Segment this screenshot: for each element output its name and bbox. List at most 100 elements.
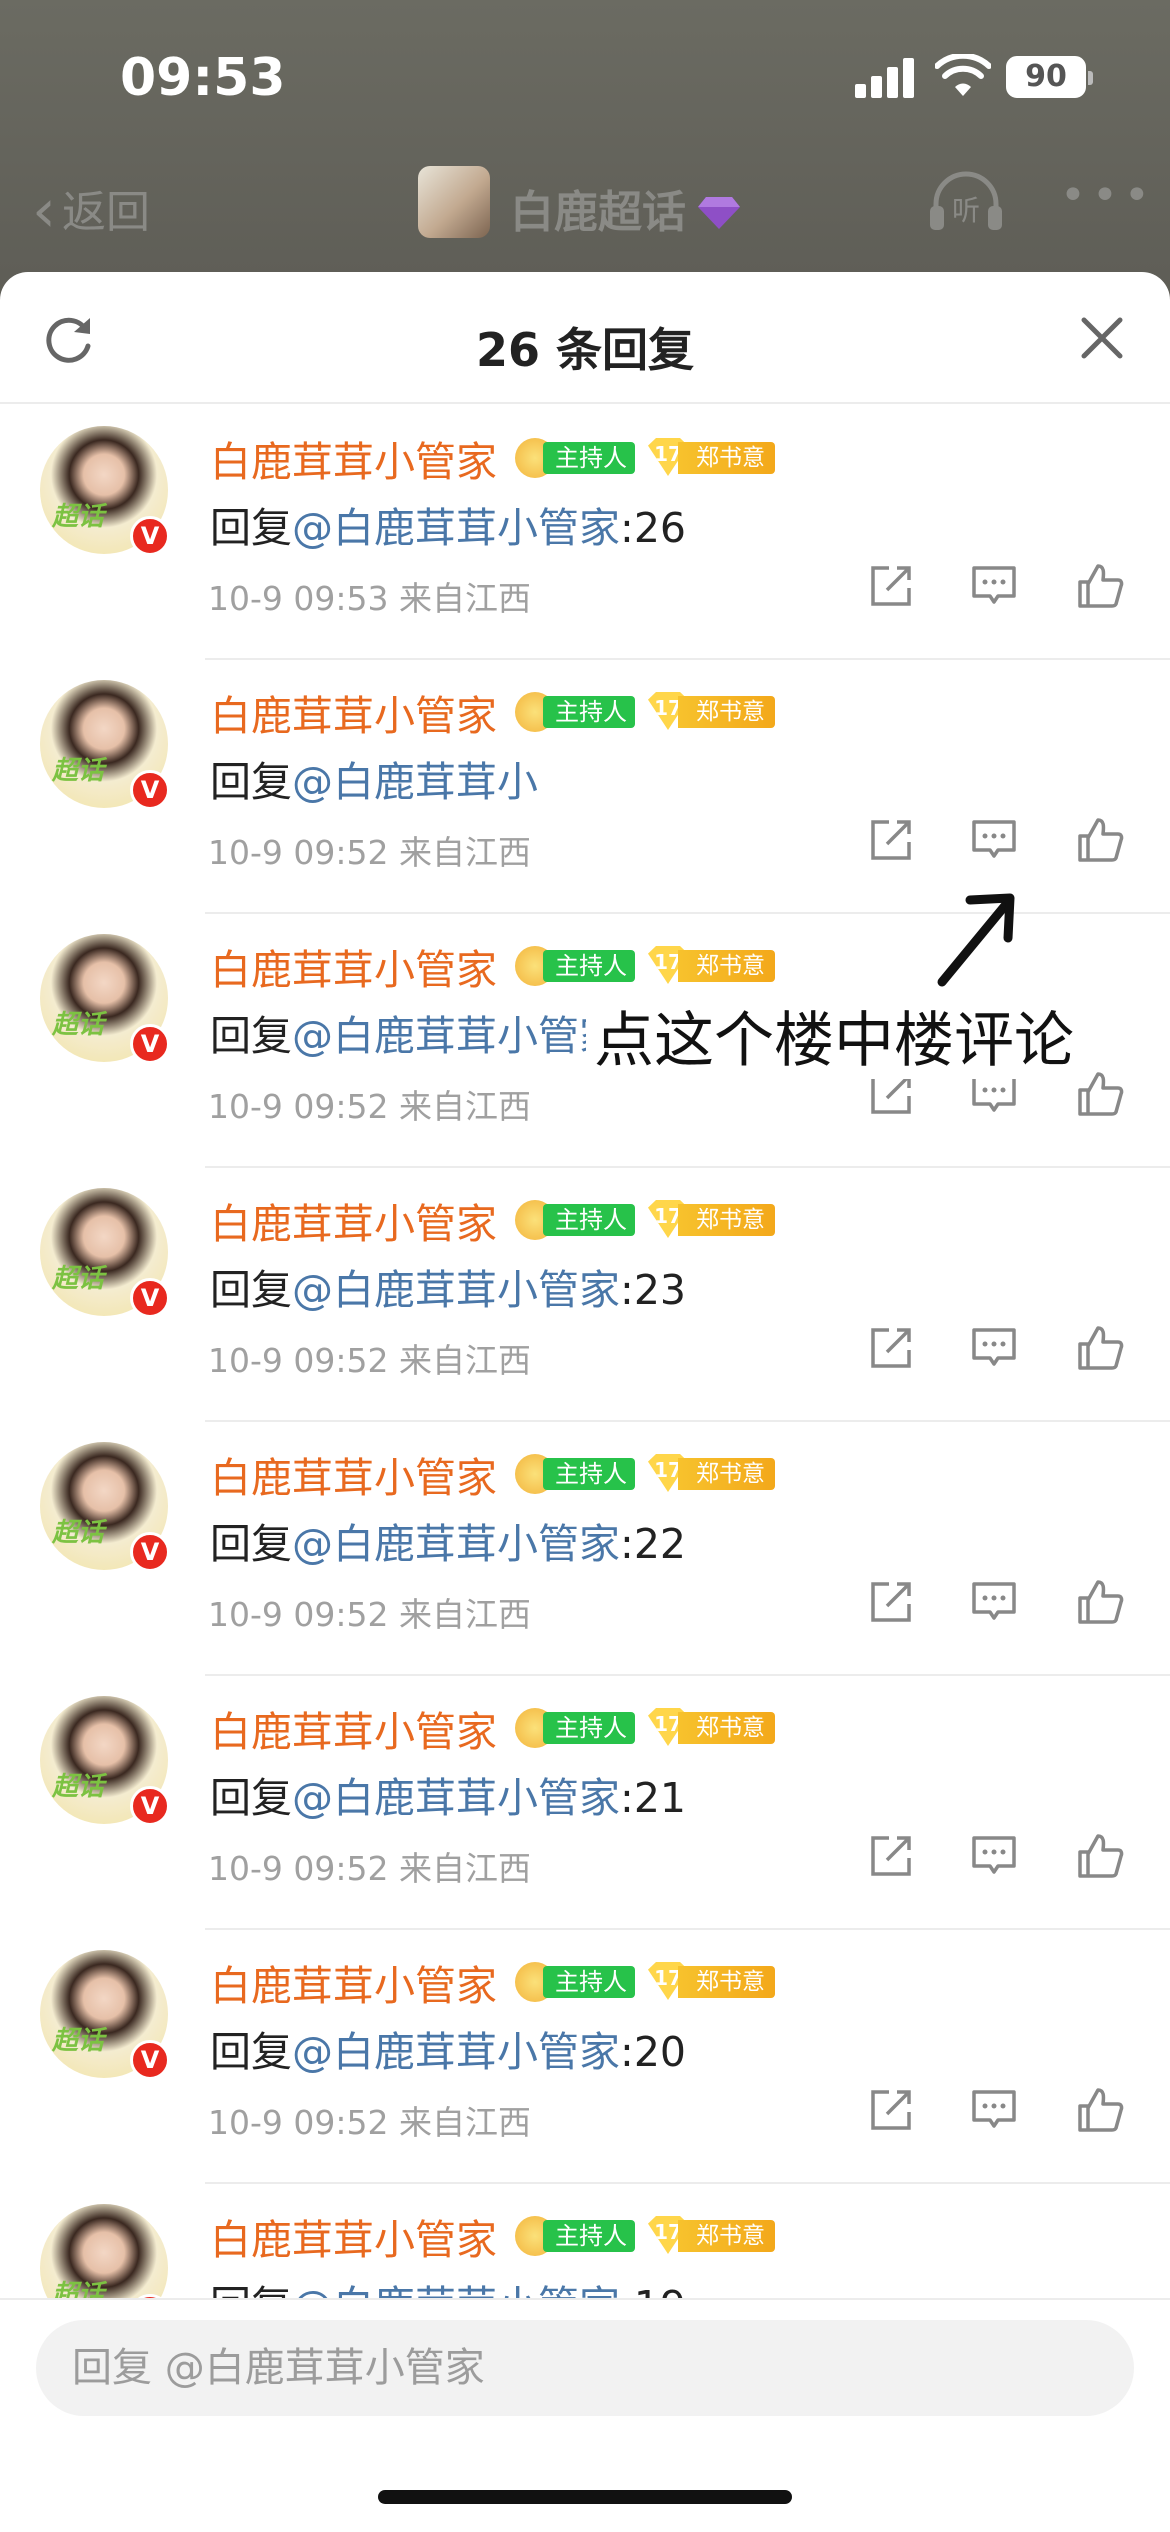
comment-icon[interactable] <box>968 1830 1020 1882</box>
host-badge-label: 主持人 <box>543 442 635 474</box>
level-badge-label: 郑书意 <box>678 696 775 728</box>
host-badge[interactable]: 主持人 <box>515 1708 635 1748</box>
comment-icon[interactable] <box>968 814 1020 866</box>
host-badge[interactable]: 主持人 <box>515 2216 635 2256</box>
level-badge[interactable]: 17 郑书意 <box>648 1708 778 1746</box>
share-icon[interactable] <box>865 1322 917 1374</box>
avatar[interactable]: 超话 V <box>40 680 170 810</box>
share-icon[interactable] <box>865 814 917 866</box>
reply-suffix: :23 <box>620 1266 686 1314</box>
avatar[interactable]: 超话 V <box>40 934 170 1064</box>
like-icon[interactable] <box>1074 1576 1126 1628</box>
reply-input[interactable]: 回复 @白鹿茸茸小管家 <box>36 2320 1134 2416</box>
like-icon[interactable] <box>1074 1322 1126 1374</box>
mention-link[interactable]: @白鹿茸茸小管家 <box>292 1266 620 1314</box>
share-icon[interactable] <box>865 560 917 612</box>
reply-author[interactable]: 白鹿茸茸小管家 <box>210 682 497 742</box>
level-badge[interactable]: 17 郑书意 <box>648 2216 778 2254</box>
share-icon[interactable] <box>865 1830 917 1882</box>
level-badge-label: 郑书意 <box>678 1712 775 1744</box>
reply-author[interactable]: 白鹿茸茸小管家 <box>210 2206 497 2266</box>
comment-icon[interactable] <box>968 1322 1020 1374</box>
reply-author[interactable]: 白鹿茸茸小管家 <box>210 1698 497 1758</box>
reply-location: 来自江西 <box>399 1595 531 1634</box>
reply-suffix: :21 <box>620 1774 686 1822</box>
host-badge[interactable]: 主持人 <box>515 946 635 986</box>
reply-author[interactable]: 白鹿茸茸小管家 <box>210 428 497 488</box>
level-badge[interactable]: 17 郑书意 <box>648 1962 778 2000</box>
headphones-listen-icon[interactable]: 听 <box>928 170 1004 234</box>
host-badge[interactable]: 主持人 <box>515 692 635 732</box>
reply-location: 来自江西 <box>399 2103 531 2142</box>
topic-title-text: 白鹿超话 <box>510 187 686 238</box>
comment-icon[interactable] <box>968 560 1020 612</box>
level-badge[interactable]: 17 郑书意 <box>648 1454 778 1492</box>
share-icon[interactable] <box>865 1576 917 1628</box>
like-icon[interactable] <box>1074 1830 1126 1882</box>
host-badge[interactable]: 主持人 <box>515 438 635 478</box>
back-button[interactable]: ‹ 返回 <box>32 172 150 246</box>
mention-link[interactable]: @白鹿茸茸小管家 <box>292 504 620 552</box>
avatar-art: 超话 <box>52 1010 105 1040</box>
avatar[interactable]: 超话 V <box>40 1442 170 1572</box>
mention-link[interactable]: @白鹿茸茸小管家 <box>292 2282 620 2298</box>
comment-icon[interactable] <box>968 1576 1020 1628</box>
like-icon[interactable] <box>1074 814 1126 866</box>
avatar[interactable]: 超话 V <box>40 1696 170 1826</box>
reply-suffix: :19 <box>620 2282 686 2298</box>
status-bar: 09:53 90 <box>0 0 1170 160</box>
verified-icon: V <box>130 1786 170 1826</box>
reply-content: 回复@白鹿茸茸小管家:21 <box>210 1764 686 1824</box>
host-badge[interactable]: 主持人 <box>515 1454 635 1494</box>
like-icon[interactable] <box>1074 560 1126 612</box>
avatar[interactable]: 超话 V <box>40 2204 170 2298</box>
host-badge-label: 主持人 <box>543 1458 635 1490</box>
reply-author[interactable]: 白鹿茸茸小管家 <box>210 936 497 996</box>
reply-author[interactable]: 白鹿茸茸小管家 <box>210 1190 497 1250</box>
verified-icon: V <box>130 770 170 810</box>
level-badge[interactable]: 17 郑书意 <box>648 1200 778 1238</box>
mention-link[interactable]: @白鹿茸茸小管家 <box>292 1520 620 1568</box>
mention-link[interactable]: @白鹿茸茸小 <box>292 758 538 806</box>
host-badge[interactable]: 主持人 <box>515 1200 635 1240</box>
level-badge[interactable]: 17 郑书意 <box>648 946 778 984</box>
verified-icon: V <box>130 1024 170 1064</box>
reply-prefix: 回复 <box>210 1012 292 1060</box>
reply-author[interactable]: 白鹿茸茸小管家 <box>210 1952 497 2012</box>
reply-prefix: 回复 <box>210 504 292 552</box>
level-badge[interactable]: 17 郑书意 <box>648 692 778 730</box>
more-options-icon[interactable]: ••• <box>1060 170 1156 221</box>
replies-sheet: 26 条回复 超话 V 白鹿茸茸小管家 主持人 17 郑书意 回复@白鹿茸茸小管… <box>0 272 1170 2532</box>
diamond-icon <box>698 197 740 229</box>
close-icon[interactable] <box>1078 314 1126 362</box>
mention-link[interactable]: @白鹿茸茸小管家 <box>292 1012 620 1060</box>
comment-icon[interactable] <box>968 2084 1020 2136</box>
reply-author[interactable]: 白鹿茸茸小管家 <box>210 1444 497 1504</box>
reply-location: 来自江西 <box>399 1849 531 1888</box>
reply-content: 回复@白鹿茸茸小 <box>210 748 538 808</box>
reply-prefix: 回复 <box>210 758 292 806</box>
reply-location: 来自江西 <box>399 1087 531 1126</box>
mention-link[interactable]: @白鹿茸茸小管家 <box>292 2028 620 2076</box>
avatar[interactable]: 超话 V <box>40 1950 170 2080</box>
level-badge[interactable]: 17 郑书意 <box>648 438 778 476</box>
avatar[interactable]: 超话 V <box>40 426 170 556</box>
reply-suffix: :22 <box>620 1520 686 1568</box>
share-icon[interactable] <box>865 2084 917 2136</box>
sheet-title: 26 条回复 <box>475 323 695 377</box>
reply-prefix: 回复 <box>210 1266 292 1314</box>
reply-location: 来自江西 <box>399 579 531 618</box>
reply-content: 回复@白鹿茸茸小管家:26 <box>210 494 686 554</box>
mention-link[interactable]: @白鹿茸茸小管家 <box>292 1774 620 1822</box>
topic-avatar[interactable] <box>418 166 490 238</box>
annotation-text: 点这个楼中楼评论 <box>586 992 1082 1079</box>
reply-meta: 10-9 09:52 来自江西 <box>208 1334 531 1382</box>
reply-meta: 10-9 09:52 来自江西 <box>208 2096 531 2144</box>
avatar[interactable]: 超话 V <box>40 1188 170 1318</box>
reply-time: 10-9 09:52 <box>208 1595 389 1634</box>
like-icon[interactable] <box>1074 2084 1126 2136</box>
wifi-icon <box>935 54 991 96</box>
topic-title[interactable]: 白鹿超话 <box>510 176 740 240</box>
host-badge-label: 主持人 <box>543 1966 635 1998</box>
host-badge[interactable]: 主持人 <box>515 1962 635 2002</box>
